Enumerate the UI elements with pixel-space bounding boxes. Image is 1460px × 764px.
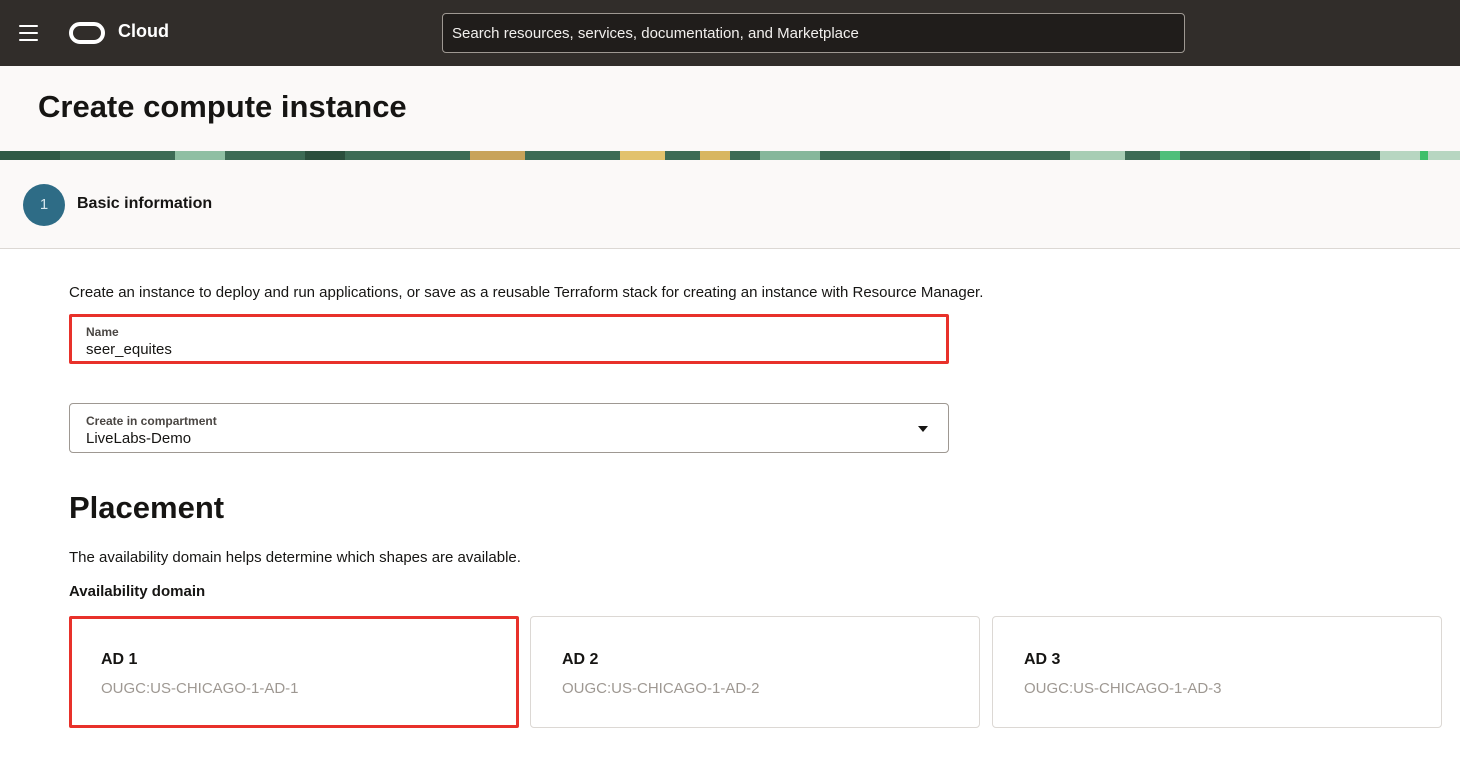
name-field-value[interactable]: seer_equites (86, 341, 172, 358)
step-label[interactable]: Basic information (77, 195, 212, 213)
compartment-select[interactable]: Create in compartment LiveLabs-Demo (69, 403, 949, 453)
compartment-field-value[interactable]: LiveLabs-Demo (86, 430, 191, 447)
ad-name: AD 1 (101, 651, 138, 668)
page-title: Create compute instance (38, 89, 407, 124)
ad-option-1[interactable]: AD 1 OUGC:US-CHICAGO-1-AD-1 (69, 616, 519, 728)
step-number-badge[interactable]: 1 (23, 184, 65, 226)
ad-option-2[interactable]: AD 2 OUGC:US-CHICAGO-1-AD-2 (530, 616, 980, 728)
intro-text: Create an instance to deploy and run app… (69, 284, 984, 301)
brand-name[interactable]: Cloud (118, 21, 169, 42)
hamburger-menu-icon[interactable] (19, 25, 39, 41)
ad-name: AD 2 (562, 651, 599, 668)
ad-name: AD 3 (1024, 651, 1061, 668)
ad-id: OUGC:US-CHICAGO-1-AD-1 (101, 680, 299, 697)
top-navigation-bar: Cloud (0, 0, 1460, 66)
ad-id: OUGC:US-CHICAGO-1-AD-2 (562, 680, 760, 697)
chevron-down-icon[interactable] (918, 426, 928, 432)
availability-domain-label: Availability domain (69, 583, 206, 600)
ad-option-3[interactable]: AD 3 OUGC:US-CHICAGO-1-AD-3 (992, 616, 1442, 728)
name-field[interactable]: Name seer_equites (69, 314, 949, 364)
name-field-label: Name (86, 325, 119, 339)
ad-id: OUGC:US-CHICAGO-1-AD-3 (1024, 680, 1222, 697)
placement-title: Placement (69, 490, 225, 525)
compartment-field-label: Create in compartment (86, 414, 217, 428)
decorative-banner (0, 151, 1460, 160)
search-input[interactable] (442, 13, 1185, 53)
wizard-step-bar (0, 160, 1460, 249)
placement-description: The availability domain helps determine … (69, 549, 521, 566)
oracle-logo-icon[interactable] (69, 22, 105, 44)
